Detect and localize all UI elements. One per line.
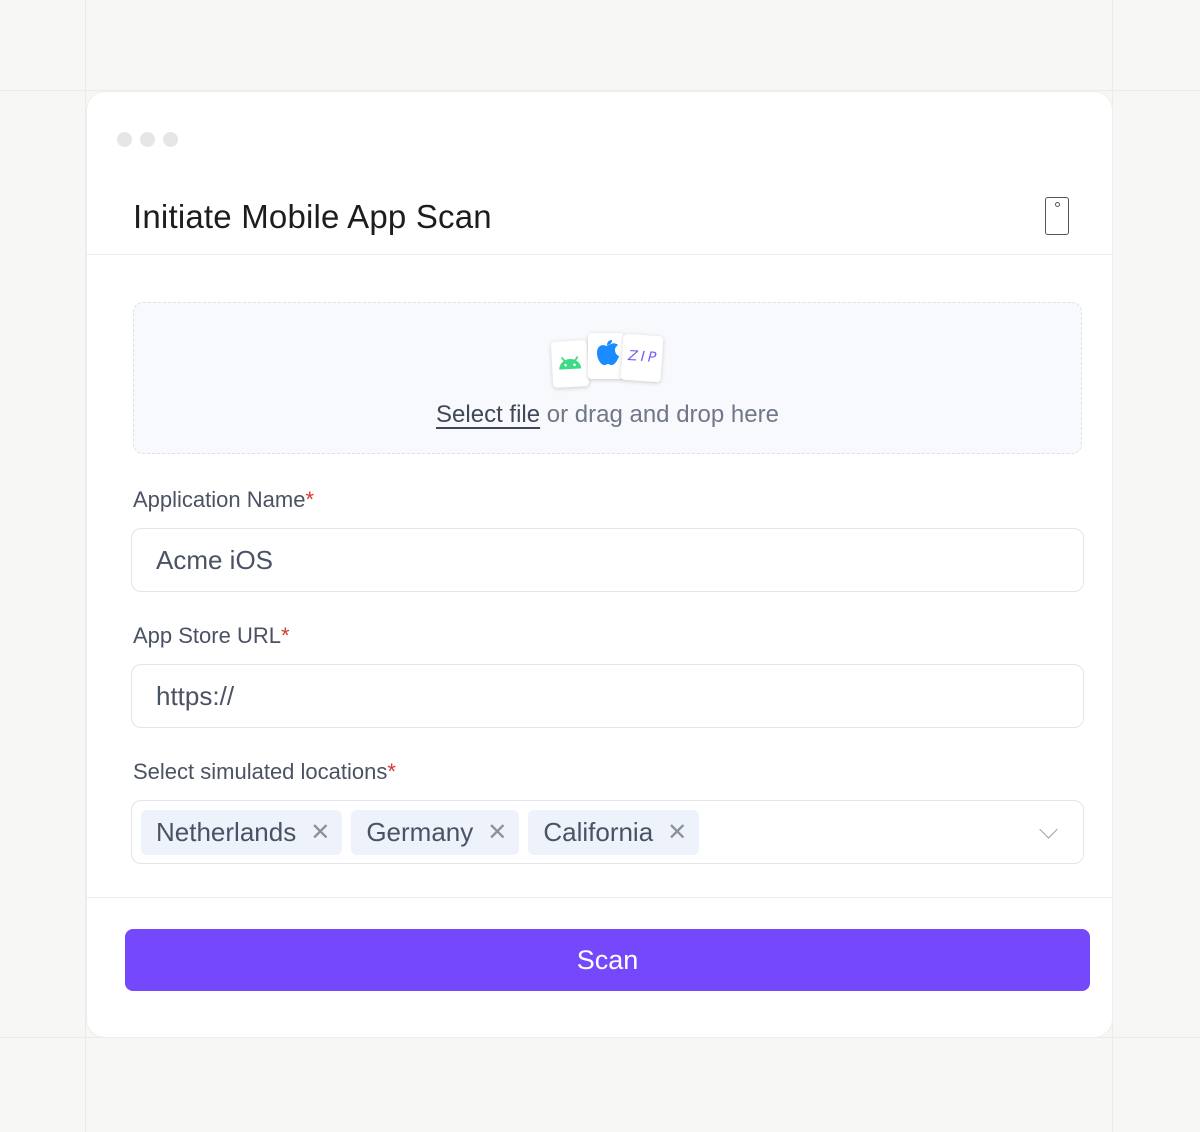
scan-dialog: Initiate Mobile App Scan ZIP Select file… <box>87 92 1112 1037</box>
required-marker: * <box>387 759 396 784</box>
chip-label: Germany <box>366 816 474 847</box>
chip-label: California <box>543 816 654 847</box>
divider <box>87 254 1112 255</box>
divider <box>87 897 1112 898</box>
application-name-input[interactable]: Acme iOS <box>131 528 1084 592</box>
location-chip: California ✕ <box>528 809 700 855</box>
required-marker: * <box>305 487 314 512</box>
input-value: https:// <box>156 680 235 711</box>
input-value: Acme iOS <box>156 544 274 575</box>
window-dots <box>117 132 178 147</box>
zip-icon: ZIP <box>620 333 664 383</box>
locations-multiselect[interactable]: Netherlands ✕ Germany ✕ California ✕ <box>131 800 1084 864</box>
grid-line <box>0 1037 1200 1038</box>
application-name-label: Application Name* <box>133 487 314 513</box>
grid-line <box>0 90 1200 91</box>
chip-label: Netherlands <box>156 816 297 847</box>
location-chip: Netherlands ✕ <box>141 809 343 855</box>
location-chip: Germany ✕ <box>351 809 520 855</box>
app-store-url-label: App Store URL* <box>133 623 290 649</box>
window-dot <box>117 132 132 147</box>
file-dropzone[interactable]: ZIP Select file or drag and drop here <box>133 302 1082 454</box>
zip-label: ZIP <box>627 348 660 367</box>
apple-icon <box>588 333 624 379</box>
dropzone-hint: or drag and drop here <box>540 401 779 428</box>
app-store-url-input[interactable]: https:// <box>131 664 1084 728</box>
label-text: App Store URL <box>133 623 281 648</box>
window-dot <box>140 132 155 147</box>
grid-line <box>1112 0 1113 1132</box>
label-text: Select simulated locations <box>133 759 388 784</box>
file-type-icons: ZIP <box>550 333 672 393</box>
scan-button[interactable]: Scan <box>125 929 1090 991</box>
locations-label: Select simulated locations* <box>133 759 396 785</box>
chevron-down-icon[interactable] <box>1039 820 1058 839</box>
dropzone-text: Select file or drag and drop here <box>134 401 1081 429</box>
close-icon[interactable]: ✕ <box>487 820 507 844</box>
required-marker: * <box>280 623 290 648</box>
mobile-phone-icon <box>1045 197 1069 235</box>
close-icon[interactable]: ✕ <box>310 820 330 844</box>
select-file-link[interactable]: Select file <box>436 401 540 428</box>
grid-line <box>85 0 86 1132</box>
close-icon[interactable]: ✕ <box>667 820 687 844</box>
android-icon <box>550 340 590 388</box>
label-text: Application Name <box>133 487 306 512</box>
window-dot <box>163 132 178 147</box>
page-title: Initiate Mobile App Scan <box>133 198 492 235</box>
